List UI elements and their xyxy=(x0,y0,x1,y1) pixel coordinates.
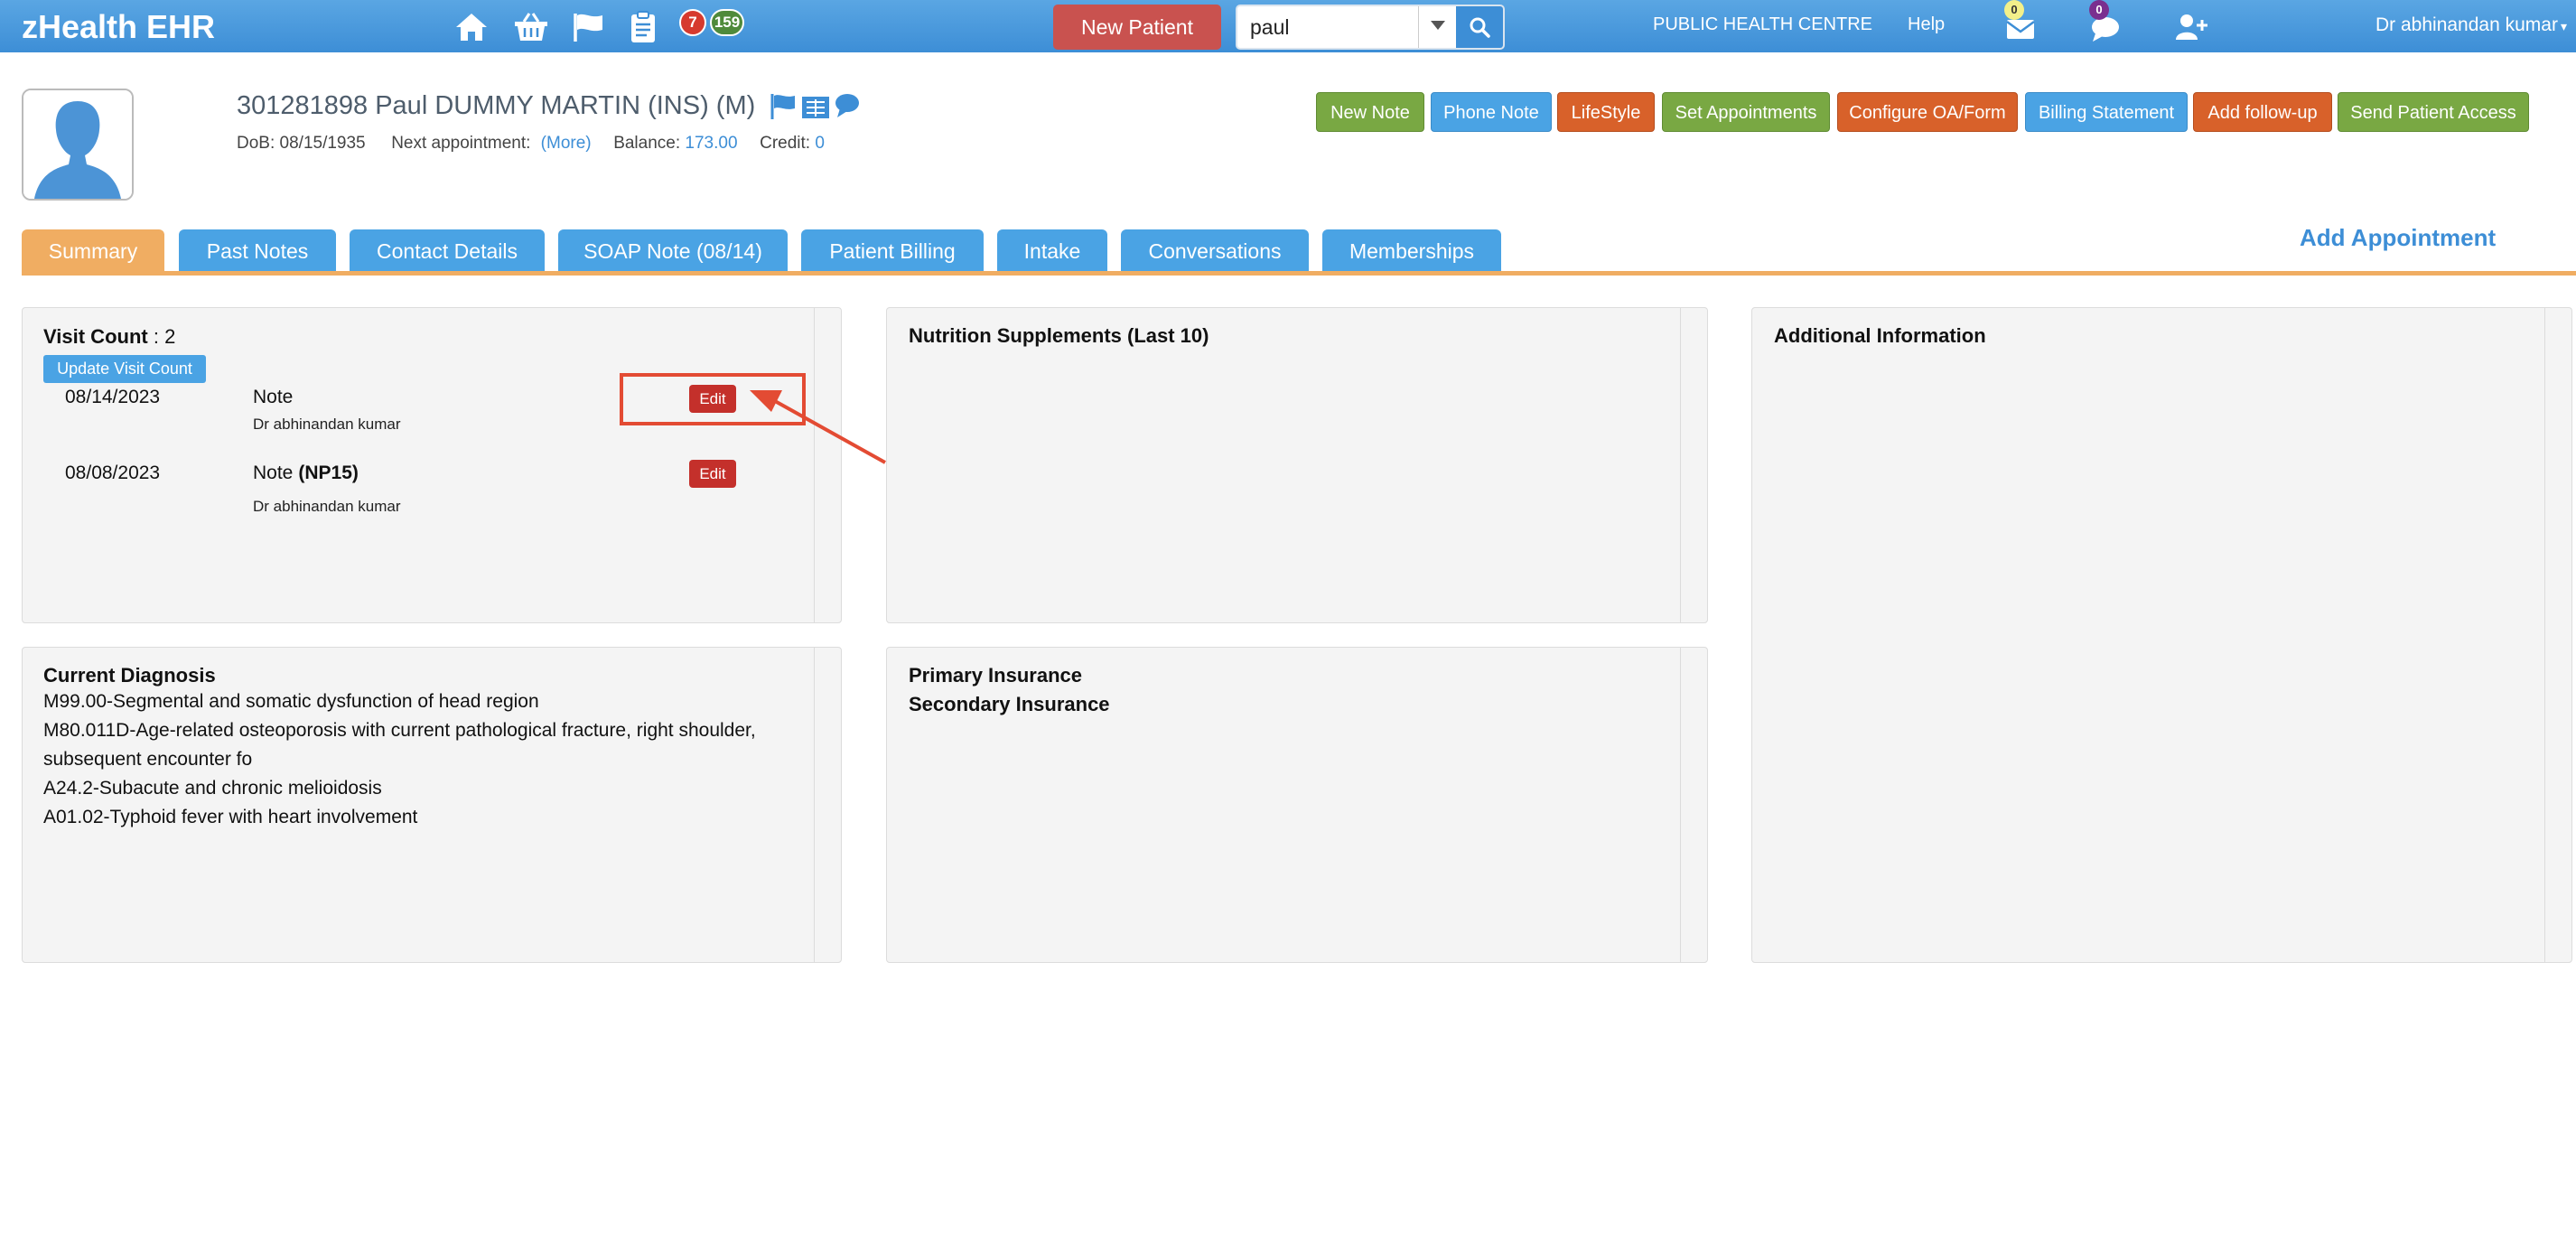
panel-scrollbar[interactable] xyxy=(2544,308,2571,962)
patient-meta: DoB: 08/15/1935 Next appointment: (More)… xyxy=(237,134,825,154)
search-input[interactable] xyxy=(1250,12,1418,42)
credit-label: Credit: xyxy=(760,134,811,153)
patient-flags xyxy=(770,92,860,126)
primary-insurance-label: Primary Insurance xyxy=(909,664,1082,687)
flag-icon[interactable] xyxy=(770,94,795,119)
edit-visit-button[interactable]: Edit xyxy=(689,460,736,488)
patient-avatar[interactable] xyxy=(22,89,134,201)
tab-intake[interactable]: Intake xyxy=(997,229,1107,273)
balance-value[interactable]: 173.00 xyxy=(685,134,737,153)
new-patient-button[interactable]: New Patient xyxy=(1053,5,1221,50)
dob-label: DoB: xyxy=(237,134,275,153)
home-icon[interactable] xyxy=(453,11,490,43)
search-filter-dropdown[interactable] xyxy=(1418,6,1456,48)
chat-badge[interactable]: 0 xyxy=(2089,0,2109,20)
visit-date: 08/14/2023 xyxy=(65,387,161,407)
help-link[interactable]: Help xyxy=(1908,14,1945,35)
visit-count: Visit Count : 2 xyxy=(43,325,176,348)
set-appointments-button[interactable]: Set Appointments xyxy=(1662,92,1830,132)
visit-doctor: Dr abhinandan kumar xyxy=(253,416,401,433)
visit-count-label: Visit Count xyxy=(43,325,148,348)
nutrition-panel xyxy=(886,307,1708,623)
tab-summary[interactable]: Summary xyxy=(22,229,164,273)
flag-icon[interactable] xyxy=(571,11,607,43)
top-navbar: zHealth EHR 7 159 New Patient PUBLIC HEA… xyxy=(0,0,2576,52)
diagnosis-item: A01.02-Typhoid fever with heart involvem… xyxy=(43,807,418,827)
search-icon xyxy=(1470,17,1490,38)
tasks-badge[interactable]: 159 xyxy=(710,9,744,36)
insurance-card-icon[interactable] xyxy=(802,97,829,118)
add-follow-up-button[interactable]: Add follow-up xyxy=(2193,92,2332,132)
add-user-icon[interactable] xyxy=(2175,11,2207,43)
secondary-insurance-label: Secondary Insurance xyxy=(909,693,1110,715)
additional-info-panel xyxy=(1751,307,2572,963)
additional-info-title: Additional Information xyxy=(1774,324,1986,347)
user-menu[interactable]: Dr abhinandan kumar ▾ xyxy=(2375,14,2567,36)
credit-value[interactable]: 0 xyxy=(815,134,825,153)
diagnosis-title: Current Diagnosis xyxy=(43,664,216,687)
nutrition-title: Nutrition Supplements (Last 10) xyxy=(909,324,1209,347)
basket-icon[interactable] xyxy=(513,11,549,43)
search-button[interactable] xyxy=(1456,6,1503,48)
next-appointment-link[interactable]: (More) xyxy=(541,134,592,153)
dob-value: 08/15/1935 xyxy=(279,134,366,153)
patient-name: 301281898 Paul DUMMY MARTIN (INS) (M) xyxy=(237,91,756,120)
tab-past-notes[interactable]: Past Notes xyxy=(179,229,336,273)
panel-scrollbar[interactable] xyxy=(1680,648,1707,962)
tab-conversations[interactable]: Conversations xyxy=(1121,229,1309,273)
visit-count-value: 2 xyxy=(164,325,176,348)
configure-oa-form-button[interactable]: Configure OA/Form xyxy=(1837,92,2018,132)
app-brand[interactable]: zHealth EHR xyxy=(22,8,215,46)
billing-statement-button[interactable]: Billing Statement xyxy=(2025,92,2188,132)
visit-date: 08/08/2023 xyxy=(65,462,161,483)
update-visit-count-button[interactable]: Update Visit Count xyxy=(43,355,206,383)
caret-down-icon xyxy=(1431,21,1445,30)
add-appointment-link[interactable]: Add Appointment xyxy=(2300,224,2496,252)
balance-label: Balance: xyxy=(613,134,681,153)
person-silhouette-icon xyxy=(23,90,132,199)
tab-contact-details[interactable]: Contact Details xyxy=(350,229,545,273)
visit-code: (NP15) xyxy=(298,462,359,483)
clinic-name[interactable]: PUBLIC HEALTH CENTRE xyxy=(1653,14,1872,35)
diagnosis-item: M99.00-Segmental and somatic dysfunction… xyxy=(43,691,539,712)
visit-type[interactable]: Note (NP15) xyxy=(253,462,359,484)
alerts-badge[interactable]: 7 xyxy=(679,9,706,36)
user-name: Dr abhinandan kumar xyxy=(2375,14,2558,35)
visit-type[interactable]: Note xyxy=(253,387,293,408)
tab-patient-billing[interactable]: Patient Billing xyxy=(801,229,984,273)
lifestyle-button[interactable]: LifeStyle xyxy=(1557,92,1655,132)
panel-scrollbar[interactable] xyxy=(814,648,841,962)
diagnosis-item: M80.011D-Age-related osteoporosis with c… xyxy=(43,720,756,770)
messages-badge[interactable]: 0 xyxy=(2004,0,2024,20)
new-note-button[interactable]: New Note xyxy=(1316,92,1424,132)
caret-down-icon: ▾ xyxy=(2560,19,2567,33)
annotation-arrow xyxy=(750,390,886,464)
visit-doctor: Dr abhinandan kumar xyxy=(253,498,401,515)
diagnosis-item: A24.2-Subacute and chronic melioidosis xyxy=(43,778,382,799)
tab-memberships[interactable]: Memberships xyxy=(1322,229,1501,273)
tab-underline xyxy=(22,271,2576,276)
phone-note-button[interactable]: Phone Note xyxy=(1431,92,1552,132)
panel-scrollbar[interactable] xyxy=(1680,308,1707,622)
clipboard-icon[interactable] xyxy=(625,11,661,43)
send-patient-access-button[interactable]: Send Patient Access xyxy=(2338,92,2529,132)
patient-search xyxy=(1236,5,1505,50)
comment-icon[interactable] xyxy=(835,94,859,117)
next-appointment-label: Next appointment: xyxy=(391,134,531,153)
tab-soap-note[interactable]: SOAP Note (08/14) xyxy=(558,229,788,273)
